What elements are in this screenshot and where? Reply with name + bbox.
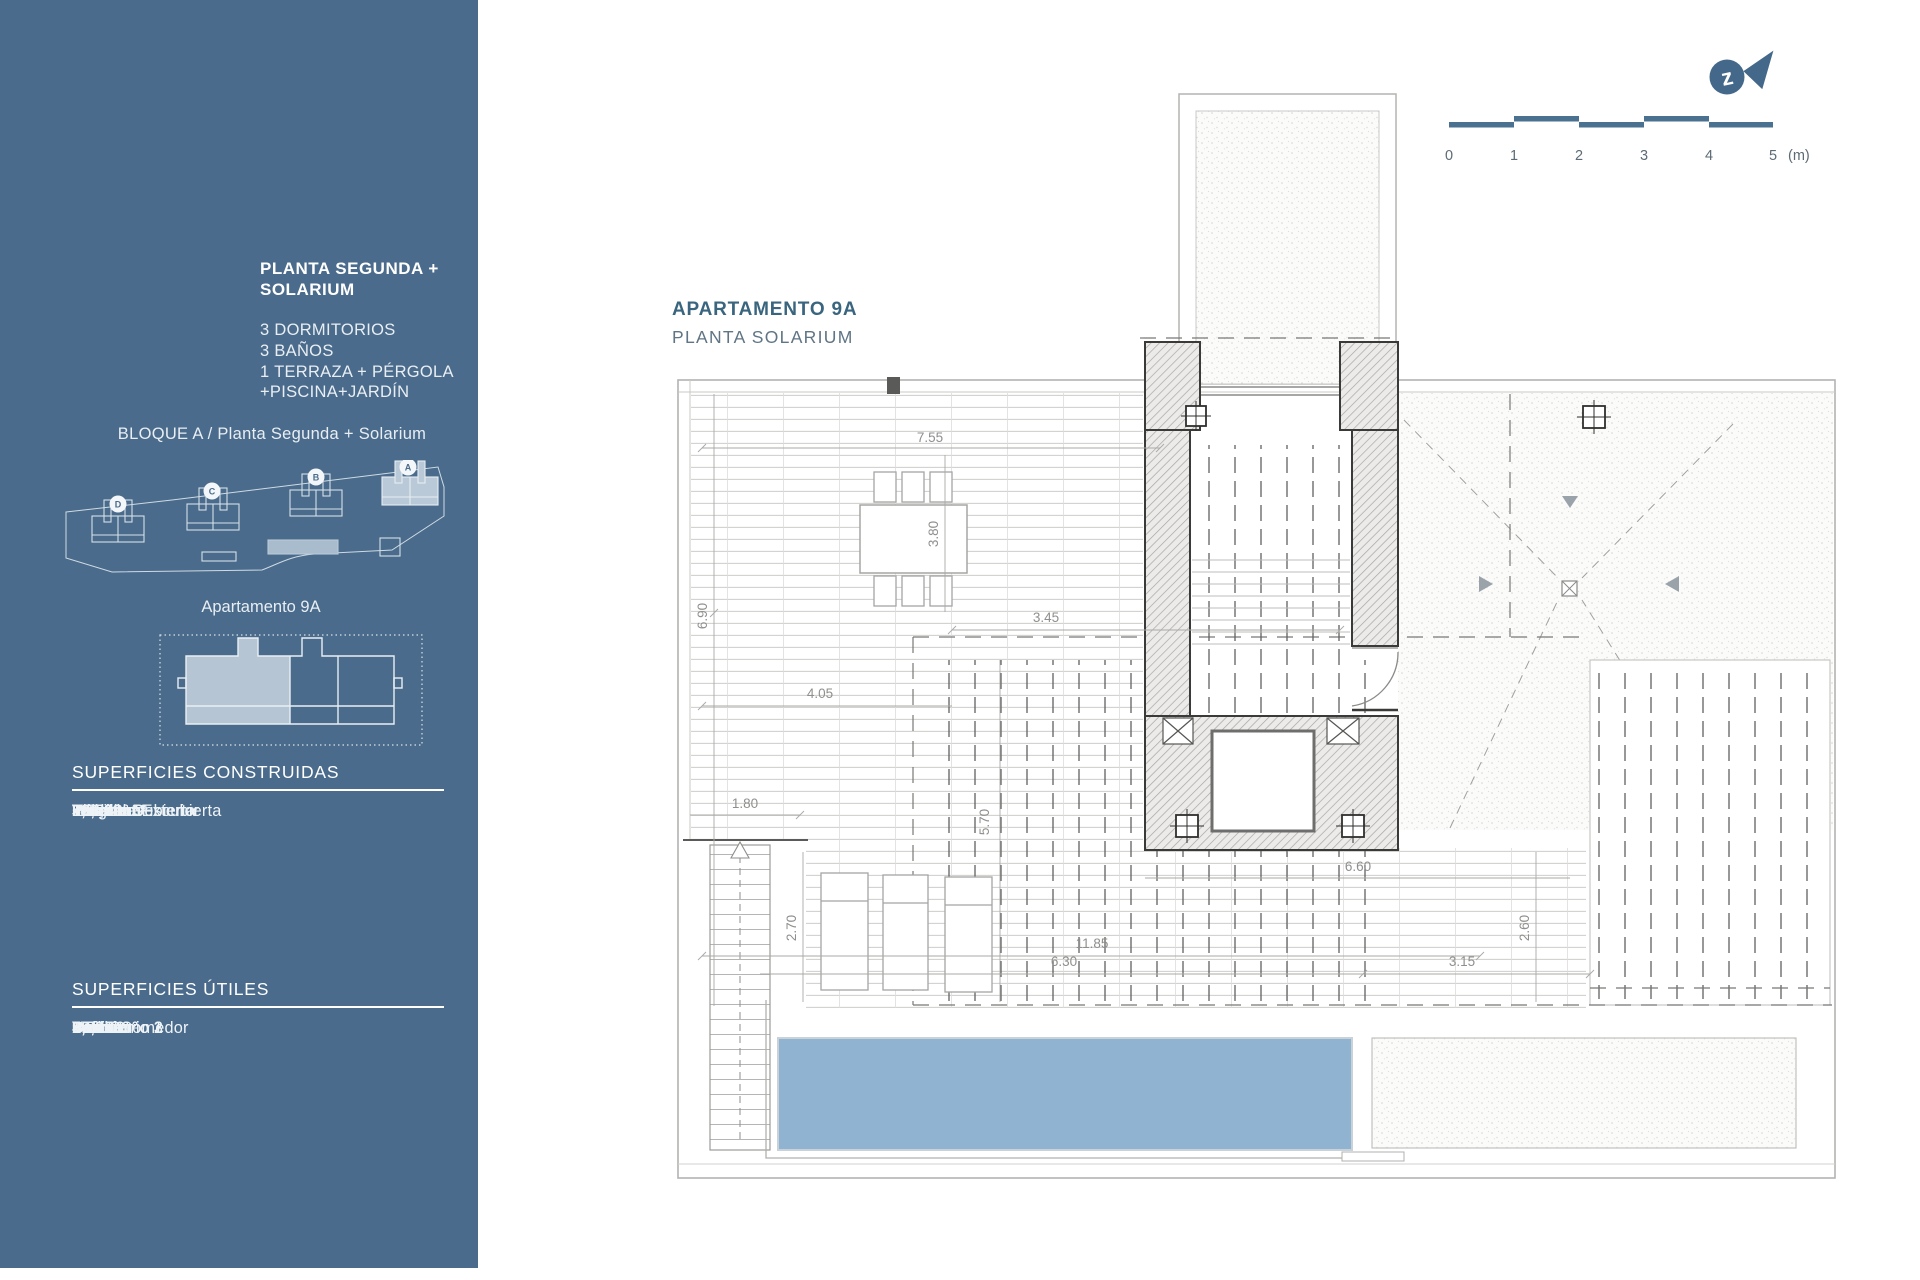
scale-tick: 2 (1575, 148, 1583, 164)
scale-tick: 1 (1510, 148, 1518, 164)
scale-tick: 5 (1769, 148, 1777, 164)
pool-step (1342, 1152, 1404, 1161)
dining-set (860, 472, 967, 606)
core-opening (1212, 731, 1314, 831)
pergola-right-area (1590, 660, 1830, 1005)
dimension-label: 3.15 (1449, 954, 1475, 969)
dimension-label: 7.55 (917, 430, 943, 445)
dimension-label: 2.70 (784, 915, 799, 941)
scale-tick: 3 (1640, 148, 1648, 164)
dimension-label: 2.60 (1517, 915, 1532, 941)
pool (778, 1038, 1352, 1150)
dimension-label: 11.85 (1076, 936, 1109, 951)
dimension-label: 3.80 (926, 521, 941, 547)
dimension-label: 6.90 (695, 603, 710, 629)
garden (1372, 1038, 1796, 1148)
dimension-label: 3.45 (1033, 610, 1059, 625)
scale-tick: 4 (1705, 148, 1713, 164)
scale-tick: 0 (1445, 148, 1453, 164)
north-arrow-icon: z (1710, 47, 1777, 95)
dimension-label: 6.30 (1051, 954, 1077, 969)
exterior-stairs (710, 842, 770, 1150)
dimension-label: 5.70 (977, 809, 992, 835)
scale-bar: 0 1 2 3 4 5 (m) (1445, 116, 1810, 164)
floorplan-drawing: 7.55 3.80 6.90 3.45 4.05 1.80 5.70 2.70 … (0, 0, 1920, 1280)
wall-marker (887, 377, 900, 394)
stair-tower (1179, 94, 1396, 384)
dimension-label: 4.05 (807, 686, 833, 701)
scale-unit: (m) (1788, 148, 1810, 164)
dimension-label: 6.60 (1345, 859, 1371, 874)
dimension-label: 1.80 (732, 796, 758, 811)
